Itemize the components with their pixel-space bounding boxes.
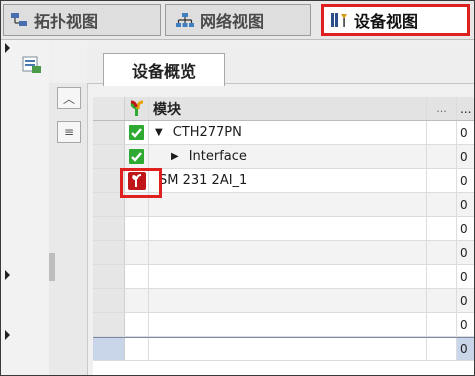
module-cell[interactable]: SM 231 2AI_1 — [149, 169, 427, 192]
module-cell[interactable] — [149, 338, 427, 360]
row-header — [93, 265, 125, 288]
row-header — [93, 145, 125, 168]
collapse-triangle-icon[interactable]: ▼ — [155, 127, 163, 138]
table-row[interactable]: ▶ Interface 0 — [93, 145, 474, 169]
tree-toolbar: ︿ ≡ — [49, 83, 88, 375]
row-header — [93, 289, 125, 312]
view-tab-bar: 拓扑视图 网络视图 设备视图 — [1, 1, 474, 40]
module-name: CTH277PN — [172, 125, 242, 140]
module-cell[interactable] — [149, 313, 427, 336]
tab-device-label: 设备视图 — [354, 12, 419, 31]
expand-triangle-icon[interactable]: ▶ — [171, 151, 179, 162]
column3-header[interactable]: ... — [427, 97, 457, 120]
status-cell — [125, 145, 149, 168]
column4-cell: 0 — [460, 317, 468, 332]
device-icon — [331, 13, 347, 27]
list-menu-button[interactable]: ≡ — [57, 121, 81, 143]
table-row[interactable]: 0 — [93, 313, 474, 337]
table-row[interactable]: 0 — [93, 241, 474, 265]
row-header — [93, 313, 125, 336]
column4-cell: 0 — [460, 173, 468, 188]
column3-cell — [427, 313, 457, 336]
column3-cell — [427, 121, 457, 144]
module-cell[interactable] — [149, 241, 427, 264]
row-header — [93, 338, 125, 360]
column4-cell: 0 — [460, 197, 468, 212]
column4-cell: 0 — [460, 269, 468, 284]
status-cell — [125, 121, 149, 144]
row-header-corner — [93, 97, 125, 120]
tab-network-view[interactable]: 网络视图 — [165, 4, 311, 36]
table-row[interactable]: 0 — [93, 217, 474, 241]
status-cell — [125, 338, 149, 360]
module-name: Interface — [188, 149, 247, 164]
table-row-selected[interactable]: 0 — [93, 337, 474, 361]
status-column-header[interactable] — [125, 97, 149, 120]
column3-cell — [427, 193, 457, 216]
device-editor-window: 拓扑视图 网络视图 设备视图 ︿ ≡ 设备概览 模块 ... ... ▼ CTH… — [0, 0, 475, 376]
module-cell[interactable]: ▼ CTH277PN — [149, 121, 427, 144]
tab-network-label: 网络视图 — [200, 12, 265, 31]
table-header: 模块 ... ... — [93, 97, 474, 121]
column4-cell: 0 — [457, 338, 474, 360]
chevron-up-icon: ︿ — [62, 91, 75, 106]
editor-tab-bar: 设备概览 — [87, 47, 474, 86]
check-icon — [129, 149, 144, 164]
status-cell — [125, 241, 149, 264]
column4-cell: 0 — [460, 125, 468, 140]
list-icon: ≡ — [63, 125, 75, 139]
column3-cell — [427, 289, 457, 312]
expand-arrow-bottom-icon[interactable] — [5, 330, 10, 340]
row-header — [93, 121, 125, 144]
check-icon — [129, 125, 144, 140]
table-row[interactable]: 0 — [93, 289, 474, 313]
splitter-handle[interactable] — [49, 253, 55, 281]
network-icon — [176, 13, 194, 27]
table-row[interactable]: 0 — [93, 265, 474, 289]
status-cell — [125, 313, 149, 336]
module-name: SM 231 2AI_1 — [159, 173, 248, 188]
row-header — [93, 217, 125, 240]
expand-arrow-lower-icon[interactable] — [5, 270, 10, 280]
scroll-up-button[interactable]: ︿ — [57, 87, 81, 109]
module-cell[interactable] — [149, 265, 427, 288]
table-row[interactable]: ▼ CTH277PN 0 — [93, 121, 474, 145]
status-cell — [125, 265, 149, 288]
error-icon-highlight — [120, 168, 162, 198]
column3-cell — [427, 241, 457, 264]
left-panel — [1, 40, 49, 375]
column4-header[interactable]: ... — [457, 97, 474, 120]
row-header — [93, 241, 125, 264]
column4-cell: 0 — [460, 245, 468, 260]
overview-icon[interactable] — [22, 56, 42, 74]
module-cell[interactable] — [149, 289, 427, 312]
module-cell[interactable] — [149, 217, 427, 240]
status-cell — [125, 217, 149, 240]
column3-cell — [427, 145, 457, 168]
tab-topology-view[interactable]: 拓扑视图 — [3, 4, 161, 36]
module-table: 模块 ... ... ▼ CTH277PN 0 ▶ Interface 0 SM… — [93, 97, 474, 375]
column3-cell — [427, 217, 457, 240]
expand-arrow-icon[interactable] — [5, 43, 10, 53]
module-cell[interactable]: ▶ Interface — [149, 145, 427, 168]
wrench-status-icon — [130, 100, 143, 116]
tab-device-overview[interactable]: 设备概览 — [103, 53, 225, 86]
column4-cell: 0 — [460, 221, 468, 236]
module-cell[interactable] — [149, 193, 427, 216]
column3-cell — [427, 265, 457, 288]
column3-cell — [427, 169, 457, 192]
column4-cell: 0 — [460, 149, 468, 164]
topology-icon — [11, 13, 27, 26]
column4-cell: 0 — [460, 293, 468, 308]
module-column-header[interactable]: 模块 — [149, 97, 427, 120]
status-cell — [125, 289, 149, 312]
tab-topology-label: 拓扑视图 — [34, 12, 99, 31]
column3-cell — [427, 338, 457, 360]
tab-device-view[interactable]: 设备视图 — [321, 4, 470, 36]
